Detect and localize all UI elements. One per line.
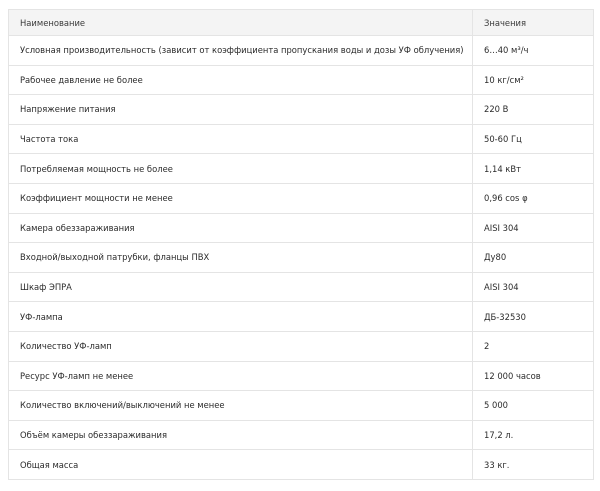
row-value: 50-60 Гц: [472, 123, 594, 155]
table-row: Потребляемая мощность не более 1,14 кВт: [8, 153, 594, 184]
row-name: УФ-лампа: [8, 301, 473, 332]
table-row: УФ-лампа ДБ-32530: [8, 301, 594, 332]
row-name: Объём камеры обеззараживания: [8, 419, 473, 451]
row-name: Рабочее давление не более: [8, 64, 473, 96]
table-row: Общая масса 33 кг.: [8, 449, 594, 480]
table-row: Шкаф ЭПРА AISI 304: [8, 271, 594, 303]
table-row: Напряжение питания 220 В: [8, 94, 594, 125]
row-value: Ду80: [472, 242, 594, 273]
row-name: Входной/выходной патрубки, фланцы ПВХ: [8, 242, 473, 273]
row-value: AISI 304: [472, 271, 594, 303]
table-row: Объём камеры обеззараживания 17,2 л.: [8, 419, 594, 451]
row-value: 220 В: [472, 94, 594, 125]
row-name: Условная производительность (зависит от …: [8, 35, 473, 66]
row-value: 33 кг.: [472, 449, 594, 480]
table-row: Ресурс УФ-ламп не менее 12 000 часов: [8, 360, 594, 392]
row-value: ДБ-32530: [472, 301, 594, 332]
row-name: Коэффициент мощности не менее: [8, 182, 473, 214]
table-row: Рабочее давление не более 10 кг/см²: [8, 64, 594, 96]
table-row: Частота тока 50-60 Гц: [8, 123, 594, 155]
table-row: Камера обеззараживания AISI 304: [8, 212, 594, 244]
row-value: 1,14 кВт: [472, 153, 594, 184]
row-value: AISI 304: [472, 212, 594, 244]
table-row: Условная производительность (зависит от …: [8, 35, 594, 66]
header-value: Значения: [472, 9, 594, 36]
row-value: 17,2 л.: [472, 419, 594, 451]
row-value: 2: [472, 330, 594, 362]
row-name: Количество УФ-ламп: [8, 330, 473, 362]
row-value: 5 000: [472, 390, 594, 421]
row-value: 10 кг/см²: [472, 64, 594, 96]
row-value: 0,96 cos φ: [472, 182, 594, 214]
row-value: 6…40 м³/ч: [472, 35, 594, 66]
row-name: Камера обеззараживания: [8, 212, 473, 244]
table-header-row: Наименование Значения: [8, 9, 594, 36]
row-name: Количество включений/выключений не менее: [8, 390, 473, 421]
row-name: Потребляемая мощность не более: [8, 153, 473, 184]
table-row: Количество УФ-ламп 2: [8, 330, 594, 362]
row-name: Ресурс УФ-ламп не менее: [8, 360, 473, 392]
header-name: Наименование: [8, 9, 473, 36]
specifications-table: Наименование Значения Условная производи…: [8, 9, 594, 480]
row-name: Шкаф ЭПРА: [8, 271, 473, 303]
table-row: Коэффициент мощности не менее 0,96 cos φ: [8, 182, 594, 214]
row-name: Напряжение питания: [8, 94, 473, 125]
row-name: Общая масса: [8, 449, 473, 480]
table-row: Входной/выходной патрубки, фланцы ПВХ Ду…: [8, 242, 594, 273]
row-name: Частота тока: [8, 123, 473, 155]
row-value: 12 000 часов: [472, 360, 594, 392]
table-row: Количество включений/выключений не менее…: [8, 390, 594, 421]
